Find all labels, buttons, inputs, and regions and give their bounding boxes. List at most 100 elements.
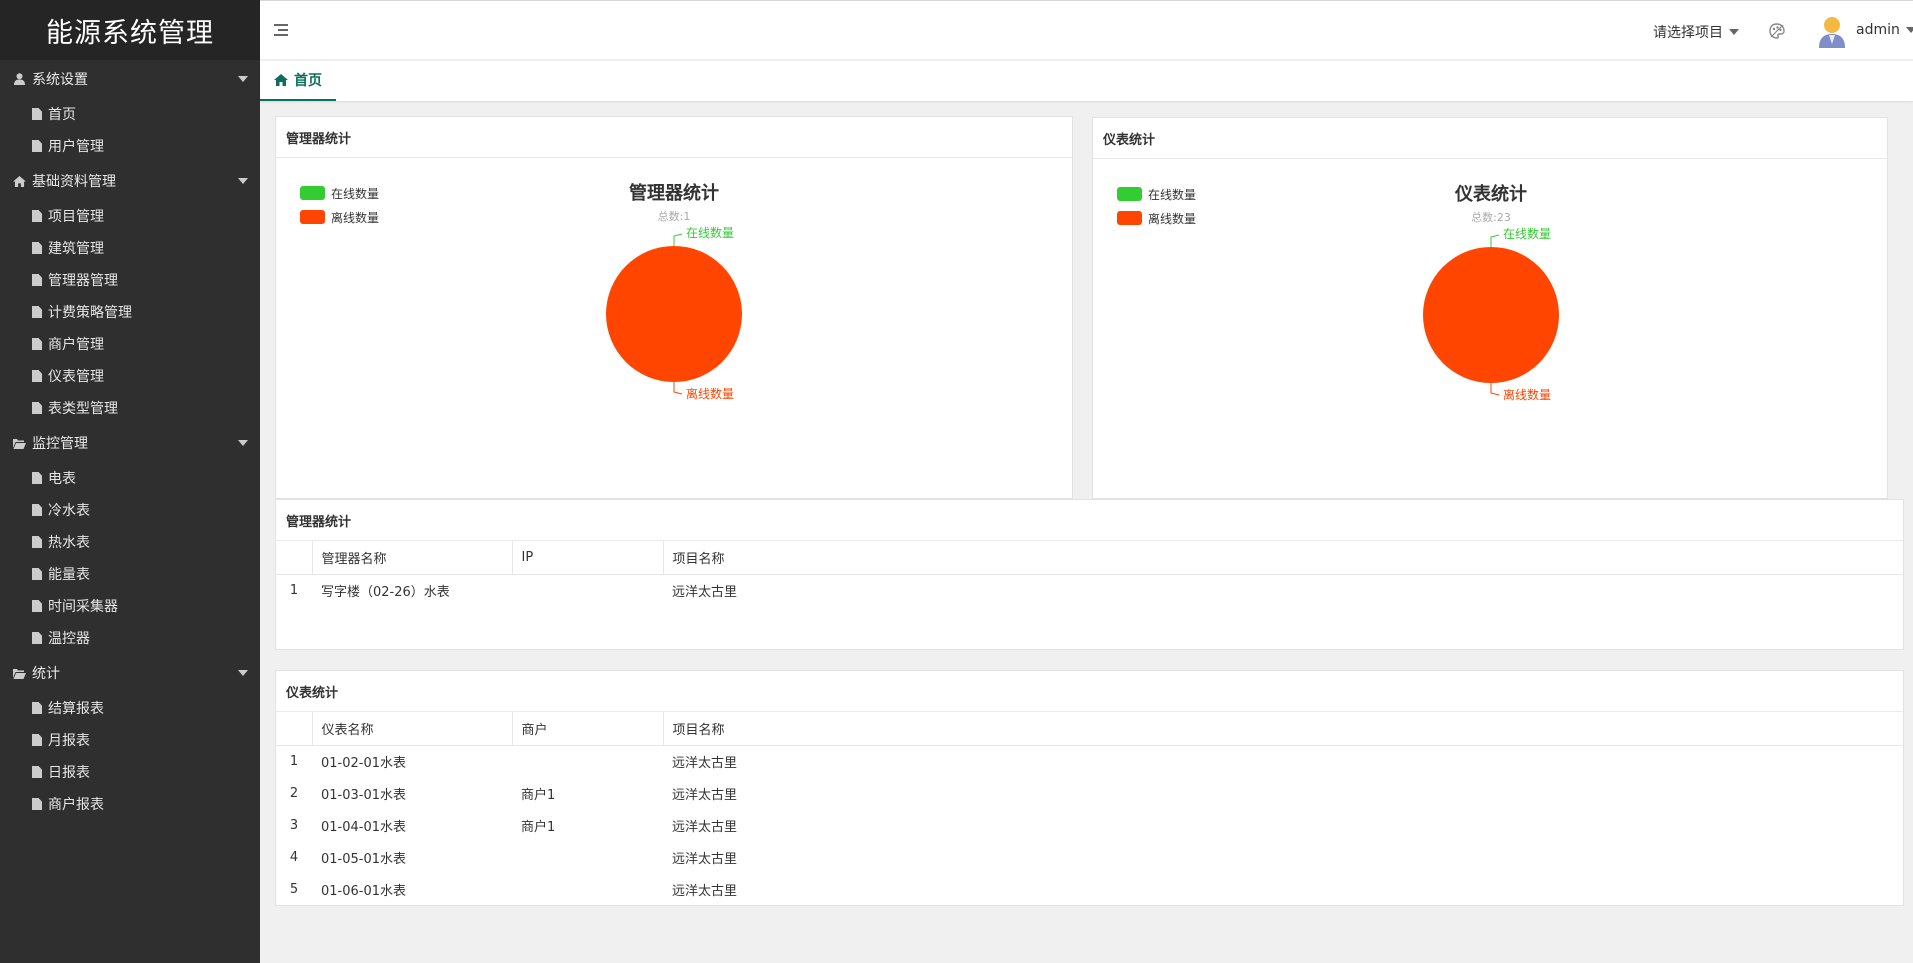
project-select-label: 请选择项目 (1653, 25, 1723, 41)
pie-slice[interactable] (606, 246, 742, 382)
sidebar-group-label: 监控管理 (32, 436, 88, 452)
table-cell (512, 574, 663, 606)
row-number: 2 (289, 785, 299, 801)
pie-chart: 在线数量离线数量 (606, 225, 742, 401)
pie-label: 离线数量 (1503, 387, 1551, 402)
column-header[interactable]: 项目名称 (663, 712, 1903, 746)
sidebar-item[interactable]: 商户管理 (0, 328, 260, 360)
file-icon (32, 568, 42, 580)
chevron-down-icon (1905, 27, 1913, 33)
sidebar-item[interactable]: 日报表 (0, 756, 260, 788)
table-row[interactable]: 2 01-03-01水表 商户1 远洋太古里 (276, 777, 1903, 809)
pie-slice[interactable] (1423, 247, 1559, 383)
user-menu[interactable]: admin (1856, 22, 1913, 38)
label-leader-line (1490, 383, 1500, 396)
sidebar-item[interactable]: 月报表 (0, 724, 260, 756)
file-icon (32, 702, 42, 714)
panel-title: 管理器统计 (276, 500, 1903, 541)
sidebar-item[interactable]: 仪表管理 (0, 360, 260, 392)
label-leader-line (673, 382, 683, 395)
table-row[interactable]: 1 写字楼（02-26）水表 远洋太古里 (276, 574, 1903, 606)
sidebar-item[interactable]: 计费策略管理 (0, 296, 260, 328)
table-cell: 01-06-01水表 (321, 883, 407, 899)
sidebar-item[interactable]: 温控器 (0, 622, 260, 654)
sidebar-group-label: 系统设置 (32, 72, 88, 88)
table-cell: 远洋太古里 (672, 787, 738, 803)
tab-bar: 首页 (260, 61, 1913, 101)
table-cell: 01-02-01水表 (321, 755, 407, 771)
sidebar-item[interactable]: 商户报表 (0, 788, 260, 820)
file-icon (32, 370, 42, 382)
sidebar-item-label: 电表 (48, 471, 76, 487)
home-icon (12, 175, 26, 187)
sidebar-item[interactable]: 电表 (0, 462, 260, 494)
avatar[interactable] (1816, 14, 1848, 48)
file-icon (32, 632, 42, 644)
sidebar-item[interactable]: 热水表 (0, 526, 260, 558)
table-cell: 远洋太古里 (672, 755, 738, 771)
sidebar-group[interactable]: 基础资料管理 (0, 162, 260, 200)
sidebar-item-label: 时间采集器 (48, 599, 118, 615)
folder-open-icon (12, 438, 26, 449)
column-header[interactable]: 仪表名称 (312, 712, 513, 746)
file-icon (32, 242, 42, 254)
sidebar-item[interactable]: 表类型管理 (0, 392, 260, 424)
table-cell (512, 873, 663, 905)
sidebar-group[interactable]: 统计 (0, 654, 260, 692)
column-header[interactable]: 管理器名称 (312, 541, 513, 575)
table-row[interactable]: 3 01-04-01水表 商户1 远洋太古里 (276, 809, 1903, 841)
table-cell: 01-05-01水表 (321, 851, 407, 867)
column-header[interactable]: 项目名称 (663, 541, 1903, 575)
sidebar-item[interactable]: 能量表 (0, 558, 260, 590)
chevron-down-icon (238, 178, 248, 184)
sidebar-item-label: 用户管理 (48, 139, 104, 155)
pie-chart: 在线数量离线数量 (1423, 226, 1559, 402)
table-cell: 远洋太古里 (672, 883, 738, 899)
sidebar-item[interactable]: 冷水表 (0, 494, 260, 526)
table-cell (512, 745, 663, 777)
file-icon (32, 274, 42, 286)
chevron-down-icon (238, 76, 248, 82)
pie-label: 在线数量 (1503, 226, 1551, 241)
table-row[interactable]: 1 01-02-01水表 远洋太古里 (276, 745, 1903, 777)
table-row[interactable]: 4 01-05-01水表 远洋太古里 (276, 841, 1903, 873)
sidebar-group-label: 统计 (32, 666, 60, 682)
chevron-down-icon (238, 670, 248, 676)
sidebar-item[interactable]: 管理器管理 (0, 264, 260, 296)
sidebar-group[interactable]: 监控管理 (0, 424, 260, 462)
label-leader-line (1490, 234, 1500, 247)
sidebar-item-label: 计费策略管理 (48, 305, 132, 321)
top-header: 请选择项目 admin (260, 0, 1913, 60)
sidebar-item-label: 项目管理 (48, 209, 104, 225)
project-select[interactable]: 请选择项目 (1653, 22, 1739, 42)
table-row[interactable]: 5 01-06-01水表 远洋太古里 (276, 873, 1903, 905)
file-icon (32, 402, 42, 414)
tab-label: 首页 (294, 73, 322, 89)
column-header[interactable] (276, 712, 313, 746)
sidebar-item[interactable]: 建筑管理 (0, 232, 260, 264)
sidebar-group[interactable]: 系统设置 (0, 60, 260, 98)
sidebar-item[interactable]: 项目管理 (0, 200, 260, 232)
sidebar-item[interactable]: 用户管理 (0, 130, 260, 162)
tab-home[interactable]: 首页 (260, 61, 336, 101)
column-header[interactable]: IP (512, 541, 664, 575)
file-icon (32, 140, 42, 152)
theme-icon[interactable] (1768, 22, 1786, 40)
sidebar-item[interactable]: 首页 (0, 98, 260, 130)
sidebar-item-label: 冷水表 (48, 503, 90, 519)
table-cell: 商户1 (521, 819, 556, 835)
table-cell: 01-04-01水表 (321, 819, 407, 835)
sidebar-item[interactable]: 时间采集器 (0, 590, 260, 622)
sidebar: 能源系统管理 系统设置 首页 用户管理 基础资料管理 项目管理 建筑管理 管理器管理 计费策略… (0, 0, 260, 963)
table-cell (512, 841, 663, 873)
home-icon (274, 74, 288, 86)
sidebar-item-label: 首页 (48, 107, 76, 123)
row-number: 3 (289, 817, 299, 833)
column-header[interactable] (276, 541, 313, 575)
table-cell: 写字楼（02-26）水表 (321, 584, 450, 600)
table-cell: 商户1 (521, 787, 556, 803)
sidebar-item[interactable]: 结算报表 (0, 692, 260, 724)
column-header[interactable]: 商户 (512, 712, 664, 746)
sidebar-item-label: 建筑管理 (48, 241, 104, 257)
menu-collapse-icon[interactable] (274, 24, 288, 37)
